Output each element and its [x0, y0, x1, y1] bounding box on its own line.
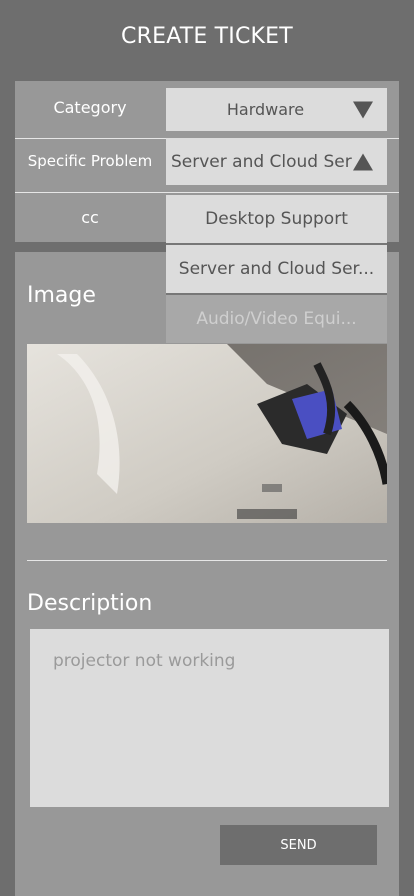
chevron-down-icon — [353, 101, 373, 118]
chevron-up-icon — [353, 153, 373, 170]
description-placeholder: projector not working — [53, 651, 236, 671]
send-button[interactable]: SEND — [220, 825, 377, 865]
details-panel: Image Description projector not working … — [15, 252, 399, 896]
specific-problem-select[interactable]: Server and Cloud Ser — [166, 138, 387, 185]
description-label: Description — [27, 591, 153, 616]
specific-problem-row: Specific Problem Server and Cloud Ser — [15, 135, 399, 187]
dropdown-option-server-cloud[interactable]: Server and Cloud Ser... — [166, 245, 387, 293]
specific-problem-value: Server and Cloud Ser — [171, 151, 352, 172]
category-value: Hardware — [226, 100, 305, 119]
page-title: CREATE TICKET — [121, 24, 293, 49]
projector-photo — [27, 344, 387, 523]
dropdown-option-desktop-support[interactable]: Desktop Support — [166, 195, 387, 243]
description-input[interactable]: projector not working — [30, 629, 389, 807]
cc-label: cc — [81, 207, 99, 227]
image-label: Image — [27, 283, 96, 308]
category-select[interactable]: Hardware — [166, 88, 387, 131]
attached-image[interactable] — [27, 344, 387, 523]
category-row: Category Hardware — [15, 81, 399, 133]
dropdown-option-audio-video: Audio/Video Equi... — [166, 295, 387, 343]
category-label: Category — [53, 97, 127, 117]
specific-problem-label: Specific Problem — [27, 152, 153, 170]
section-divider — [27, 560, 387, 561]
specific-problem-dropdown: Desktop Support Server and Cloud Ser... … — [166, 195, 387, 343]
